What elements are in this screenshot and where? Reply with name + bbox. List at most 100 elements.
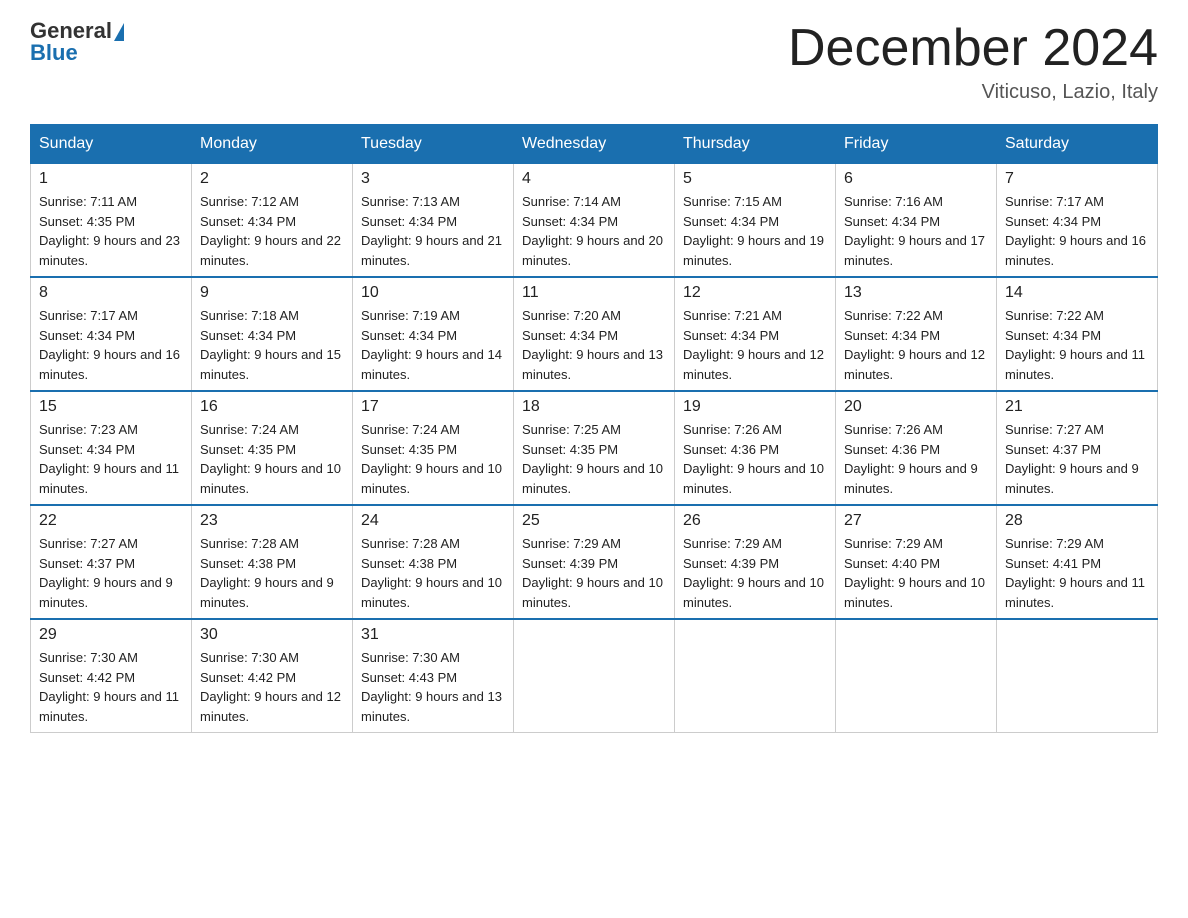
- calendar-week-row: 1 Sunrise: 7:11 AM Sunset: 4:35 PM Dayli…: [31, 164, 1158, 278]
- day-number: 29: [39, 626, 183, 644]
- day-info: Sunrise: 7:20 AM Sunset: 4:34 PM Dayligh…: [522, 306, 666, 384]
- day-number: 10: [361, 284, 505, 302]
- sunrise-label: Sunrise: 7:29 AM: [683, 536, 782, 551]
- day-number: 3: [361, 170, 505, 188]
- day-info: Sunrise: 7:29 AM Sunset: 4:41 PM Dayligh…: [1005, 534, 1149, 612]
- sunrise-label: Sunrise: 7:16 AM: [844, 194, 943, 209]
- calendar-day-cell: 31 Sunrise: 7:30 AM Sunset: 4:43 PM Dayl…: [353, 619, 514, 733]
- calendar-day-cell: 30 Sunrise: 7:30 AM Sunset: 4:42 PM Dayl…: [192, 619, 353, 733]
- daylight-label: Daylight: 9 hours and 13 minutes.: [522, 347, 663, 382]
- daylight-label: Daylight: 9 hours and 21 minutes.: [361, 233, 502, 268]
- calendar-day-cell: 8 Sunrise: 7:17 AM Sunset: 4:34 PM Dayli…: [31, 277, 192, 391]
- day-number: 27: [844, 512, 988, 530]
- col-thursday: Thursday: [675, 125, 836, 164]
- sunset-label: Sunset: 4:34 PM: [39, 442, 135, 457]
- calendar-header: Sunday Monday Tuesday Wednesday Thursday…: [31, 125, 1158, 164]
- sunset-label: Sunset: 4:39 PM: [683, 556, 779, 571]
- day-info: Sunrise: 7:19 AM Sunset: 4:34 PM Dayligh…: [361, 306, 505, 384]
- sunrise-label: Sunrise: 7:26 AM: [683, 422, 782, 437]
- sunset-label: Sunset: 4:35 PM: [361, 442, 457, 457]
- calendar-day-cell: 6 Sunrise: 7:16 AM Sunset: 4:34 PM Dayli…: [836, 164, 997, 278]
- calendar-day-cell: 24 Sunrise: 7:28 AM Sunset: 4:38 PM Dayl…: [353, 505, 514, 619]
- calendar-day-cell: 23 Sunrise: 7:28 AM Sunset: 4:38 PM Dayl…: [192, 505, 353, 619]
- day-info: Sunrise: 7:22 AM Sunset: 4:34 PM Dayligh…: [844, 306, 988, 384]
- daylight-label: Daylight: 9 hours and 12 minutes.: [683, 347, 824, 382]
- daylight-label: Daylight: 9 hours and 10 minutes.: [683, 575, 824, 610]
- title-area: December 2024 Viticuso, Lazio, Italy: [788, 20, 1158, 104]
- calendar-week-row: 15 Sunrise: 7:23 AM Sunset: 4:34 PM Dayl…: [31, 391, 1158, 505]
- daylight-label: Daylight: 9 hours and 11 minutes.: [39, 689, 179, 724]
- day-number: 1: [39, 170, 183, 188]
- days-of-week-row: Sunday Monday Tuesday Wednesday Thursday…: [31, 125, 1158, 164]
- daylight-label: Daylight: 9 hours and 10 minutes.: [844, 575, 985, 610]
- daylight-label: Daylight: 9 hours and 9 minutes.: [1005, 461, 1139, 496]
- sunset-label: Sunset: 4:42 PM: [39, 670, 135, 685]
- calendar-day-cell: 3 Sunrise: 7:13 AM Sunset: 4:34 PM Dayli…: [353, 164, 514, 278]
- calendar-day-cell: 19 Sunrise: 7:26 AM Sunset: 4:36 PM Dayl…: [675, 391, 836, 505]
- day-info: Sunrise: 7:28 AM Sunset: 4:38 PM Dayligh…: [200, 534, 344, 612]
- logo: General Blue: [30, 20, 124, 64]
- sunset-label: Sunset: 4:34 PM: [522, 214, 618, 229]
- calendar-day-cell: [997, 619, 1158, 733]
- day-info: Sunrise: 7:17 AM Sunset: 4:34 PM Dayligh…: [39, 306, 183, 384]
- day-info: Sunrise: 7:29 AM Sunset: 4:39 PM Dayligh…: [683, 534, 827, 612]
- calendar-day-cell: 11 Sunrise: 7:20 AM Sunset: 4:34 PM Dayl…: [514, 277, 675, 391]
- day-number: 21: [1005, 398, 1149, 416]
- daylight-label: Daylight: 9 hours and 12 minutes.: [200, 689, 341, 724]
- page-header: General Blue December 2024 Viticuso, Laz…: [30, 20, 1158, 104]
- location: Viticuso, Lazio, Italy: [788, 81, 1158, 104]
- day-info: Sunrise: 7:17 AM Sunset: 4:34 PM Dayligh…: [1005, 192, 1149, 270]
- day-info: Sunrise: 7:30 AM Sunset: 4:43 PM Dayligh…: [361, 648, 505, 726]
- calendar-day-cell: 21 Sunrise: 7:27 AM Sunset: 4:37 PM Dayl…: [997, 391, 1158, 505]
- day-info: Sunrise: 7:30 AM Sunset: 4:42 PM Dayligh…: [39, 648, 183, 726]
- day-number: 26: [683, 512, 827, 530]
- daylight-label: Daylight: 9 hours and 17 minutes.: [844, 233, 985, 268]
- day-number: 6: [844, 170, 988, 188]
- col-sunday: Sunday: [31, 125, 192, 164]
- daylight-label: Daylight: 9 hours and 14 minutes.: [361, 347, 502, 382]
- day-number: 20: [844, 398, 988, 416]
- daylight-label: Daylight: 9 hours and 15 minutes.: [200, 347, 341, 382]
- sunrise-label: Sunrise: 7:24 AM: [361, 422, 460, 437]
- sunrise-label: Sunrise: 7:18 AM: [200, 308, 299, 323]
- sunrise-label: Sunrise: 7:15 AM: [683, 194, 782, 209]
- sunrise-label: Sunrise: 7:30 AM: [39, 650, 138, 665]
- sunset-label: Sunset: 4:34 PM: [39, 328, 135, 343]
- daylight-label: Daylight: 9 hours and 10 minutes.: [361, 461, 502, 496]
- calendar-day-cell: 17 Sunrise: 7:24 AM Sunset: 4:35 PM Dayl…: [353, 391, 514, 505]
- day-number: 23: [200, 512, 344, 530]
- sunrise-label: Sunrise: 7:17 AM: [1005, 194, 1104, 209]
- sunset-label: Sunset: 4:34 PM: [683, 328, 779, 343]
- sunset-label: Sunset: 4:35 PM: [39, 214, 135, 229]
- day-info: Sunrise: 7:21 AM Sunset: 4:34 PM Dayligh…: [683, 306, 827, 384]
- day-info: Sunrise: 7:30 AM Sunset: 4:42 PM Dayligh…: [200, 648, 344, 726]
- daylight-label: Daylight: 9 hours and 10 minutes.: [200, 461, 341, 496]
- calendar-day-cell: 25 Sunrise: 7:29 AM Sunset: 4:39 PM Dayl…: [514, 505, 675, 619]
- sunset-label: Sunset: 4:34 PM: [361, 214, 457, 229]
- sunrise-label: Sunrise: 7:30 AM: [200, 650, 299, 665]
- day-info: Sunrise: 7:16 AM Sunset: 4:34 PM Dayligh…: [844, 192, 988, 270]
- calendar-day-cell: [675, 619, 836, 733]
- day-info: Sunrise: 7:28 AM Sunset: 4:38 PM Dayligh…: [361, 534, 505, 612]
- day-number: 5: [683, 170, 827, 188]
- daylight-label: Daylight: 9 hours and 13 minutes.: [361, 689, 502, 724]
- daylight-label: Daylight: 9 hours and 11 minutes.: [1005, 575, 1145, 610]
- sunrise-label: Sunrise: 7:22 AM: [844, 308, 943, 323]
- sunset-label: Sunset: 4:36 PM: [844, 442, 940, 457]
- day-info: Sunrise: 7:11 AM Sunset: 4:35 PM Dayligh…: [39, 192, 183, 270]
- day-info: Sunrise: 7:18 AM Sunset: 4:34 PM Dayligh…: [200, 306, 344, 384]
- calendar-week-row: 29 Sunrise: 7:30 AM Sunset: 4:42 PM Dayl…: [31, 619, 1158, 733]
- day-number: 16: [200, 398, 344, 416]
- sunrise-label: Sunrise: 7:12 AM: [200, 194, 299, 209]
- calendar-day-cell: [836, 619, 997, 733]
- calendar-day-cell: 14 Sunrise: 7:22 AM Sunset: 4:34 PM Dayl…: [997, 277, 1158, 391]
- daylight-label: Daylight: 9 hours and 12 minutes.: [844, 347, 985, 382]
- day-number: 4: [522, 170, 666, 188]
- day-info: Sunrise: 7:12 AM Sunset: 4:34 PM Dayligh…: [200, 192, 344, 270]
- sunset-label: Sunset: 4:38 PM: [200, 556, 296, 571]
- day-info: Sunrise: 7:24 AM Sunset: 4:35 PM Dayligh…: [361, 420, 505, 498]
- sunrise-label: Sunrise: 7:28 AM: [200, 536, 299, 551]
- day-info: Sunrise: 7:15 AM Sunset: 4:34 PM Dayligh…: [683, 192, 827, 270]
- sunrise-label: Sunrise: 7:25 AM: [522, 422, 621, 437]
- logo-blue-text: Blue: [30, 42, 124, 64]
